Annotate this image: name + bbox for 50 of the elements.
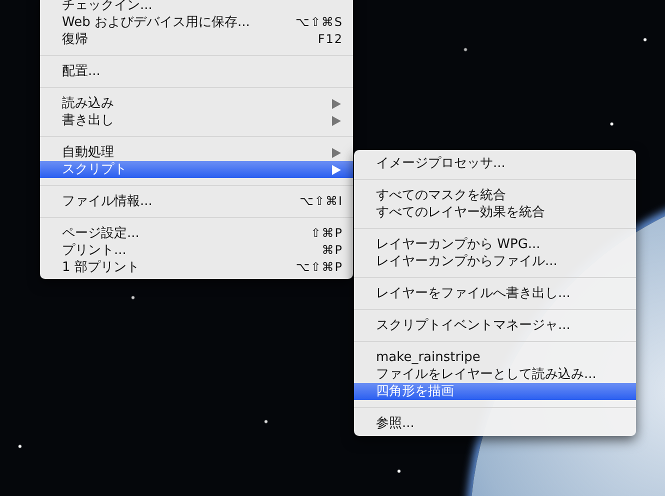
menu-item[interactable]: スクリプトイベントマネージャ... xyxy=(354,317,636,334)
menu-item[interactable]: 復帰 F12 xyxy=(40,31,353,48)
menu-item[interactable]: 書き出し xyxy=(40,112,353,129)
shortcut-label: ⌘P xyxy=(322,242,343,259)
menu-item[interactable]: 四角形を描画 xyxy=(354,383,636,400)
menu-item[interactable]: レイヤーをファイルへ書き出し... xyxy=(354,285,636,302)
menu-item[interactable]: 1 部プリント ⌥⇧⌘P xyxy=(40,259,353,276)
menu-item[interactable]: スクリプト xyxy=(40,161,353,178)
menu-item[interactable]: レイヤーカンプからファイル... xyxy=(354,253,636,270)
menu-item-label: make_rainstripe xyxy=(376,349,482,366)
menu-item[interactable]: すべてのマスクを統合 xyxy=(354,187,636,204)
menu-item-label: 復帰 xyxy=(62,31,89,48)
menu-item[interactable]: 読み込み xyxy=(40,95,353,112)
shortcut-label: ⌥⇧⌘I xyxy=(300,193,343,210)
menu-item-label: イメージプロセッサ... xyxy=(376,155,506,172)
menu-item-label: 1 部プリント xyxy=(62,259,140,276)
menu-item[interactable]: ファイル情報... ⌥⇧⌘I xyxy=(40,193,353,210)
menu-item[interactable]: ページ設定... ⇧⌘P xyxy=(40,225,353,242)
menu-item-label: 四角形を描画 xyxy=(376,383,455,400)
menu-item-label: レイヤーカンプからファイル... xyxy=(376,253,558,270)
menu-item[interactable]: 参照... xyxy=(354,415,636,432)
menu-item-label: ファイルをレイヤーとして読み込み... xyxy=(376,366,598,383)
menu-item[interactable]: ファイルをレイヤーとして読み込み... xyxy=(354,366,636,383)
menu-item[interactable]: 自動処理 xyxy=(40,144,353,161)
shortcut-label: ⌥⇧⌘S xyxy=(296,14,343,31)
menu-item-label: ページ設定... xyxy=(62,225,140,242)
menu-item[interactable]: プリント... ⌘P xyxy=(40,242,353,259)
menu-item-label: すべてのマスクを統合 xyxy=(376,187,507,204)
menu-item-label: プリント... xyxy=(62,242,128,259)
menu-item-label: 読み込み xyxy=(62,95,115,112)
menu-item-label: Web およびデバイス用に保存... xyxy=(62,14,251,31)
shortcut-label: ⇧⌘P xyxy=(310,225,343,242)
menu-item-label: すべてのレイヤー効果を統合 xyxy=(376,204,546,221)
shortcut-label: F12 xyxy=(318,31,343,48)
menu-item[interactable]: すべてのレイヤー効果を統合 xyxy=(354,204,636,221)
menu-item-label: スクリプト xyxy=(62,161,128,178)
shortcut-label: ⌥⇧⌘P xyxy=(296,259,343,276)
menu-item[interactable]: 配置... xyxy=(40,63,353,80)
menu-item-label: スクリプトイベントマネージャ... xyxy=(376,317,572,334)
menu-item-label: 配置... xyxy=(62,63,102,80)
menu-item-label: レイヤーカンプから WPG... xyxy=(376,236,542,253)
menu-item-label: 参照... xyxy=(376,415,416,432)
menu-item-label: 自動処理 xyxy=(62,144,115,161)
menu-item[interactable]: イメージプロセッサ... xyxy=(354,155,636,172)
menu-item-label: レイヤーをファイルへ書き出し... xyxy=(376,285,572,302)
menu-item-label: 書き出し xyxy=(62,112,115,129)
menu-item[interactable]: レイヤーカンプから WPG... xyxy=(354,236,636,253)
menu-item-label: ファイル情報... xyxy=(62,193,154,210)
menu-item[interactable]: Web およびデバイス用に保存... ⌥⇧⌘S xyxy=(40,14,353,31)
menu-item[interactable]: make_rainstripe xyxy=(354,349,636,366)
